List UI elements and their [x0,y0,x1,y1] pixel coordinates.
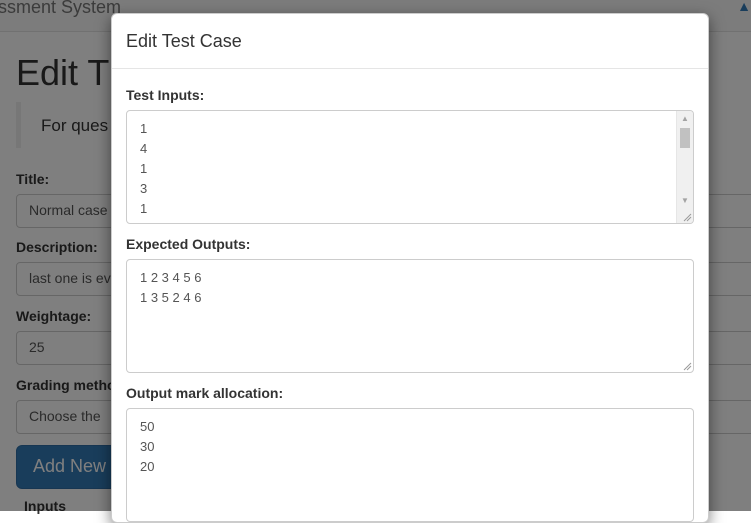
output-mark-allocation-label: Output mark allocation: [126,385,284,401]
output-mark-allocation-textarea[interactable]: 50 30 20 [126,408,694,522]
scroll-up-arrow-icon[interactable]: ▲ [677,111,693,127]
test-input-line: 2 [140,219,147,223]
expected-outputs-textarea[interactable]: 1 2 3 4 5 6 1 3 5 2 4 6 [126,259,694,373]
test-input-line: 4 [140,141,148,156]
test-inputs-lines: 1 4 1 3 1 2 [140,119,148,223]
test-inputs-label: Test Inputs: [126,87,205,103]
test-inputs-scrollbar[interactable]: ▲ ▼ [676,111,693,223]
output-mark-allocation-lines: 50 30 20 [140,417,154,477]
modal-title: Edit Test Case [126,31,242,51]
expected-output-line: 1 3 5 2 4 6 [140,290,202,305]
modal-header: Edit Test Case [112,14,708,69]
resize-grip-icon[interactable] [682,361,692,371]
mark-allocation-line: 20 [140,459,155,474]
test-inputs-textarea[interactable]: 1 4 1 3 1 2 ▲ ▼ [126,110,694,224]
mark-allocation-line: 30 [140,439,155,454]
expected-outputs-lines: 1 2 3 4 5 6 1 3 5 2 4 6 [140,268,201,308]
test-input-line: 1 [140,201,148,216]
mark-allocation-line: 50 [140,419,155,434]
resize-grip-icon[interactable] [682,212,692,222]
scroll-down-arrow-icon[interactable]: ▼ [677,193,693,209]
test-input-line: 1 [140,121,148,136]
expected-outputs-label: Expected Outputs: [126,236,251,252]
test-input-line: 3 [140,181,148,196]
scrollbar-thumb[interactable] [680,128,690,148]
expected-output-line: 1 2 3 4 5 6 [140,270,202,285]
test-input-line: 1 [140,161,148,176]
edit-test-case-modal: Edit Test Case Test Inputs: 1 4 1 3 1 2 … [111,13,709,523]
